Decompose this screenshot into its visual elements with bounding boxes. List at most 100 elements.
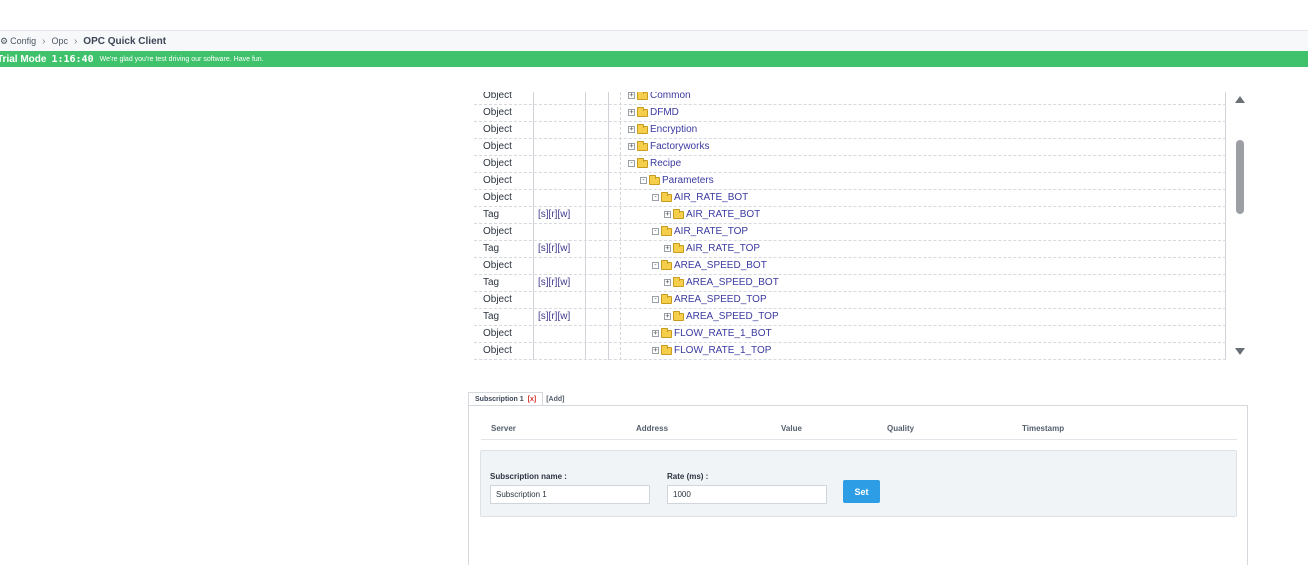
tree-row[interactable]: Object - AREA_SPEED_TOP (474, 292, 1226, 309)
collapse-icon[interactable]: - (628, 160, 635, 167)
column-header-timestamp[interactable]: Timestamp (1022, 424, 1064, 433)
tree-row[interactable]: Object - AIR_RATE_TOP (474, 224, 1226, 241)
opc-browse-tree: Object + Common Object + DFMD Object + Encryptio… (474, 92, 1226, 360)
tree-node[interactable]: - AIR_RATE_BOT (652, 191, 748, 203)
collapse-icon[interactable]: - (640, 177, 647, 184)
tree-row[interactable]: Object + Common (474, 92, 1226, 105)
tree-node[interactable]: - Recipe (628, 157, 682, 169)
node-access: [s][r][w] (538, 311, 571, 322)
column-header-quality[interactable]: Quality (887, 424, 914, 433)
tree-row[interactable]: Object - Recipe (474, 156, 1226, 173)
trial-message: We're glad you're test driving our softw… (99, 55, 264, 63)
folder-icon (661, 293, 672, 304)
tree-node[interactable]: + AIR_RATE_BOT (664, 208, 760, 220)
tree-row[interactable]: Object + DFMD (474, 105, 1226, 122)
tree-node[interactable]: + FLOW_RATE_1_TOP (652, 344, 772, 356)
tree-node[interactable]: + Encryption (628, 123, 697, 135)
folder-icon (661, 191, 672, 202)
expand-icon[interactable]: + (652, 347, 659, 354)
tree-row[interactable]: Object - Parameters (474, 173, 1226, 190)
node-type: Object (483, 345, 512, 356)
node-access: [s][r][w] (538, 277, 571, 288)
expand-icon[interactable]: + (664, 313, 671, 320)
node-type: Object (483, 107, 512, 118)
subscription-name-input[interactable] (490, 485, 650, 504)
scroll-up-icon[interactable] (1235, 96, 1245, 103)
scroll-thumb[interactable] (1236, 140, 1244, 214)
tree-row[interactable]: Object - AREA_SPEED_BOT (474, 258, 1226, 275)
node-type: Object (483, 158, 512, 169)
node-label: AIR_RATE_TOP (686, 243, 761, 254)
collapse-icon[interactable]: - (652, 228, 659, 235)
tree-node[interactable]: + Common (628, 92, 691, 101)
node-type: Object (483, 328, 512, 339)
breadcrumb-item-config[interactable]: Config (10, 36, 36, 46)
tree-row[interactable]: Object + FLOW_RATE_1_TOP (474, 343, 1226, 360)
expand-icon[interactable]: + (628, 143, 635, 150)
tree-scrollbar[interactable] (1232, 92, 1248, 360)
node-label: AREA_SPEED_TOP (674, 294, 767, 305)
expand-icon[interactable]: + (664, 211, 671, 218)
tree-node[interactable]: + AIR_RATE_TOP (664, 242, 761, 254)
folder-icon (673, 208, 684, 219)
expand-icon[interactable]: + (628, 92, 635, 99)
subscription-name-label: Subscription name : (490, 472, 567, 481)
expand-icon[interactable]: + (628, 126, 635, 133)
set-button[interactable]: Set (843, 480, 880, 503)
node-label: Parameters (662, 175, 714, 186)
scroll-down-icon[interactable] (1235, 348, 1245, 355)
tree-row[interactable]: Object + FLOW_RATE_1_BOT (474, 326, 1226, 343)
tree-node[interactable]: + DFMD (628, 106, 679, 118)
folder-icon (661, 327, 672, 338)
node-label: Recipe (650, 158, 682, 169)
expand-icon[interactable]: + (664, 245, 671, 252)
tree-node[interactable]: - Parameters (640, 174, 714, 186)
chevron-right-icon: › (42, 35, 46, 47)
tab-subscription-1[interactable]: Subscription 1 [x] (468, 392, 544, 406)
column-header-server[interactable]: Server (491, 424, 516, 433)
tab-label: Subscription 1 (475, 396, 524, 403)
node-type: Object (483, 192, 512, 203)
collapse-icon[interactable]: - (652, 296, 659, 303)
node-access: [s][r][w] (538, 243, 571, 254)
node-label: FLOW_RATE_1_TOP (674, 345, 772, 356)
tree-row[interactable]: Tag [s][r][w] + AIR_RATE_BOT (474, 207, 1226, 224)
expand-icon[interactable]: + (664, 279, 671, 286)
tree-node[interactable]: - AIR_RATE_TOP (652, 225, 748, 237)
grid-header: Server Address Value Quality Timestamp (481, 416, 1237, 440)
tree-row[interactable]: Object + Encryption (474, 122, 1226, 139)
trial-timer: 1:16:40 (51, 53, 94, 65)
column-header-value[interactable]: Value (781, 424, 802, 433)
tree-node[interactable]: + FLOW_RATE_1_BOT (652, 327, 772, 339)
tree-row[interactable]: Tag [s][r][w] + AREA_SPEED_TOP (474, 309, 1226, 326)
node-type: Object (483, 175, 512, 186)
collapse-icon[interactable]: - (652, 194, 659, 201)
column-header-address[interactable]: Address (636, 424, 668, 433)
tree-row[interactable]: Object - AIR_RATE_BOT (474, 190, 1226, 207)
folder-icon (661, 225, 672, 236)
node-access: [s][r][w] (538, 209, 571, 220)
tree-node[interactable]: + AREA_SPEED_BOT (664, 276, 779, 288)
node-type: Tag (483, 311, 500, 322)
chevron-right-icon: › (73, 35, 78, 47)
breadcrumb-item-opc[interactable]: Opc (51, 36, 68, 46)
rate-label: Rate (ms) : (667, 472, 709, 481)
add-tab-button[interactable]: [Add] (543, 392, 570, 406)
node-type: Object (483, 226, 512, 237)
tree-row[interactable]: Object + Factoryworks (474, 139, 1226, 156)
close-tab-button[interactable]: [x] (528, 396, 537, 403)
tree-node[interactable]: - AREA_SPEED_TOP (652, 293, 767, 305)
tree-node[interactable]: - AREA_SPEED_BOT (652, 259, 767, 271)
tree-node[interactable]: + Factoryworks (628, 140, 709, 152)
expand-icon[interactable]: + (628, 109, 635, 116)
node-label: AREA_SPEED_TOP (686, 311, 779, 322)
tree-row[interactable]: Tag [s][r][w] + AIR_RATE_TOP (474, 241, 1226, 258)
tree-node[interactable]: + AREA_SPEED_TOP (664, 310, 779, 322)
subscription-tabs: Subscription 1 [x] [Add] (468, 392, 570, 406)
expand-icon[interactable]: + (652, 330, 659, 337)
tree-row[interactable]: Tag [s][r][w] + AREA_SPEED_BOT (474, 275, 1226, 292)
collapse-icon[interactable]: - (652, 262, 659, 269)
folder-icon (637, 123, 648, 134)
node-type: Object (483, 294, 512, 305)
rate-input[interactable] (667, 485, 827, 504)
